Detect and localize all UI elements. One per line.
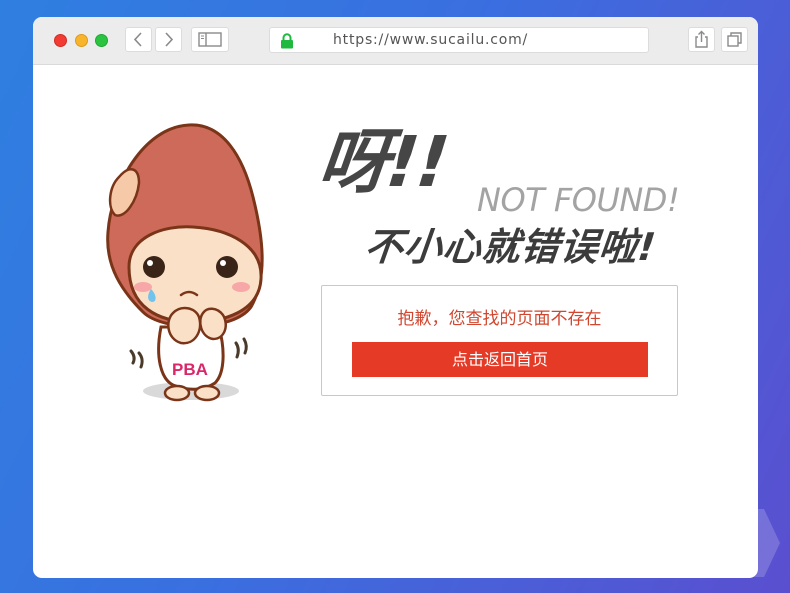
mascot-illustration: PBA — [106, 123, 264, 402]
back-icon — [133, 32, 142, 47]
share-button[interactable] — [688, 27, 715, 52]
share-icon — [695, 30, 708, 48]
close-window-button[interactable] — [54, 34, 67, 47]
minimize-window-button[interactable] — [75, 34, 88, 47]
sidebar-icon — [198, 32, 222, 47]
maximize-window-button[interactable] — [95, 34, 108, 47]
return-home-button[interactable]: 点击返回首页 — [352, 342, 648, 377]
watermark-chevron-icon — [734, 509, 780, 577]
not-found-label: NOT FOUND! — [477, 181, 680, 219]
address-bar[interactable]: https://www.sucailu.com/ — [269, 27, 649, 53]
error-panel: 抱歉，您查找的页面不存在 点击返回首页 — [321, 285, 678, 396]
mascot-badge: PBA — [172, 360, 208, 379]
tabs-icon — [727, 32, 742, 47]
forward-button[interactable] — [155, 27, 182, 52]
browser-window: https://www.sucailu.com/ PBA 呀!! NOT FOU… — [33, 17, 758, 578]
error-headline: 呀!! — [314, 121, 452, 203]
sidebar-button[interactable] — [191, 27, 229, 52]
browser-toolbar: https://www.sucailu.com/ — [33, 17, 758, 65]
tabs-button[interactable] — [721, 27, 748, 52]
error-message: 抱歉，您查找的页面不存在 — [397, 309, 602, 329]
back-button[interactable] — [125, 27, 152, 52]
lock-icon — [281, 33, 293, 49]
forward-icon — [165, 32, 174, 47]
error-subheading: 不小心就错误啦! — [362, 225, 659, 269]
url-text: https://www.sucailu.com/ — [333, 32, 529, 48]
